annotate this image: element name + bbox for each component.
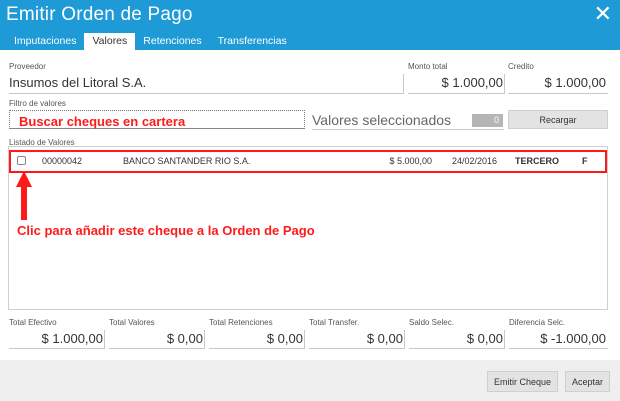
- tab-bar: Imputaciones Valores Retenciones Transfe…: [6, 33, 295, 50]
- recargar-button[interactable]: Recargar: [508, 110, 608, 129]
- selected-underline: [312, 129, 504, 130]
- list-annotation: Clic para añadir este cheque a la Orden …: [17, 223, 315, 238]
- monto-total-label: Monto total: [408, 62, 448, 71]
- total-divider: [404, 330, 405, 349]
- credito-label: Credito: [508, 62, 534, 71]
- total-efectivo-value: $ 1.000,00: [41, 331, 103, 346]
- tab-retenciones[interactable]: Retenciones: [135, 33, 209, 50]
- tab-imputaciones[interactable]: Imputaciones: [6, 33, 84, 50]
- tab-transferencias[interactable]: Transferencias: [210, 33, 295, 50]
- saldo-selec-value: $ 0,00: [466, 331, 503, 346]
- aceptar-button[interactable]: Aceptar: [565, 371, 610, 392]
- total-transfer-value: $ 0,00: [366, 331, 403, 346]
- total-underline: [9, 348, 104, 349]
- field-divider: [403, 74, 404, 94]
- total-underline: [309, 348, 404, 349]
- total-valores-label: Total Valores: [109, 318, 155, 327]
- selected-values-label: Valores seleccionados: [312, 112, 452, 128]
- total-divider: [304, 330, 305, 349]
- total-divider: [504, 330, 505, 349]
- total-underline: [109, 348, 204, 349]
- total-retenciones-value: $ 0,00: [266, 331, 303, 346]
- credito-underline: [508, 93, 608, 94]
- total-underline: [409, 348, 504, 349]
- selected-count-badge: 0: [472, 114, 503, 127]
- monto-underline: [408, 93, 504, 94]
- proveedor-label: Proveedor: [9, 62, 46, 71]
- total-retenciones-label: Total Retenciones: [209, 318, 273, 327]
- diferencia-selc-value: $ -1.000,00: [540, 331, 606, 346]
- field-divider: [504, 74, 505, 94]
- arrow-up-icon: [16, 171, 32, 220]
- emitir-cheque-button[interactable]: Emitir Cheque: [487, 371, 558, 392]
- total-valores-value: $ 0,00: [166, 331, 203, 346]
- title-bar: Emitir Orden de Pago ✕ Imputaciones Valo…: [0, 0, 620, 50]
- proveedor-field[interactable]: Insumos del Litoral S.A.: [9, 75, 146, 90]
- total-transfer-label: Total Transfer.: [309, 318, 360, 327]
- saldo-selec-label: Saldo Selec.: [409, 318, 454, 327]
- filtro-label: Filtro de valores: [9, 99, 66, 108]
- highlight-box: [9, 150, 607, 173]
- total-underline: [509, 348, 608, 349]
- tab-valores[interactable]: Valores: [84, 33, 136, 50]
- close-icon[interactable]: ✕: [594, 2, 612, 26]
- search-annotation: Buscar cheques en cartera: [19, 114, 186, 129]
- monto-total-field: $ 1.000,00: [441, 75, 503, 90]
- total-divider: [104, 330, 105, 349]
- window-title: Emitir Orden de Pago: [6, 4, 193, 25]
- total-divider: [204, 330, 205, 349]
- total-underline: [209, 348, 304, 349]
- total-efectivo-label: Total Efectivo: [9, 318, 57, 327]
- credito-field: $ 1.000,00: [544, 75, 606, 90]
- diferencia-selc-label: Diferencia Selc.: [509, 318, 566, 327]
- proveedor-underline: [9, 93, 403, 94]
- footer-bar: Emitir Cheque Aceptar: [0, 360, 620, 401]
